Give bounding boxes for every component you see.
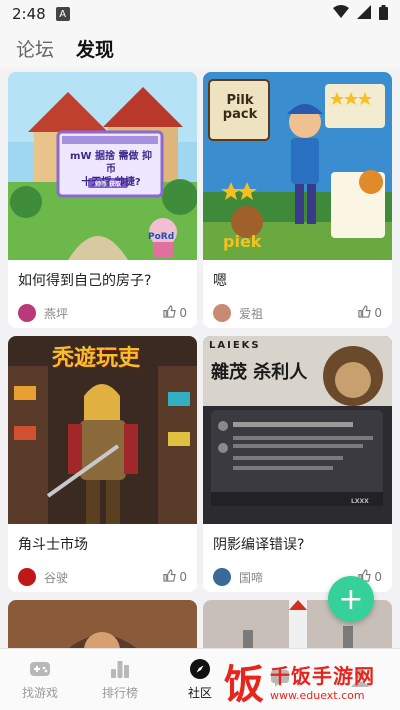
profile-icon [348, 667, 372, 689]
thumb-text-1: LAIEKS [209, 340, 261, 351]
post-thumbnail [8, 600, 197, 648]
post-title: 角斗士市场 [18, 537, 88, 553]
post-thumbnail: Pilk pack piek [203, 72, 392, 260]
thumb-text-2: 雜茂 杀利人 [211, 362, 308, 383]
post-thumbnail: 秃遊玩吏 [8, 336, 197, 524]
avatar[interactable] [213, 304, 231, 322]
nav-find-games[interactable]: 找游戏 [0, 649, 80, 710]
chat-icon [268, 667, 292, 689]
thumbs-up-icon [358, 305, 372, 321]
post-thumbnail: LAIEKS 雜茂 杀利人 LXXX [203, 336, 392, 524]
nav-messages[interactable] [240, 649, 320, 710]
like-count: 0 [374, 306, 382, 320]
signal-icon [357, 5, 371, 23]
author-name[interactable]: 爱祖 [239, 305, 358, 322]
discover-feed[interactable]: mW 据捨 需做 抑币 十天捋 帅捷? 帅币 获取 PoRd 如何得到自己的房子… [0, 68, 400, 648]
thumb-text-1: 秃遊玩吏 [52, 346, 141, 371]
thumb-text-3: 帅币 获取 [94, 181, 122, 188]
gamepad-icon [28, 658, 52, 680]
tab-forum[interactable]: 论坛 [16, 35, 54, 68]
author-name[interactable]: 燕坪 [44, 305, 163, 322]
ranking-icon [108, 658, 132, 680]
like-count: 0 [179, 306, 187, 320]
post-card[interactable]: 秃遊玩吏 角斗士市场 谷驶 0 [8, 336, 197, 592]
notification-badge: A [55, 7, 70, 21]
thumb-text-2: piek [223, 232, 262, 251]
battery-icon [379, 4, 388, 24]
post-card[interactable]: mW 据捨 需做 抑币 十天捋 帅捷? 帅币 获取 PoRd 如何得到自己的房子… [8, 72, 197, 328]
thumb-text-3: LXXX [351, 498, 369, 505]
nav-label: 排行榜 [101, 686, 138, 700]
nav-label: 找游戏 [21, 686, 58, 700]
like-button[interactable]: 0 [163, 305, 187, 321]
top-tabs: 论坛 发现 [0, 28, 400, 68]
post-thumbnail: mW 据捨 需做 抑币 十天捋 帅捷? 帅币 获取 PoRd [8, 72, 197, 260]
avatar[interactable] [213, 568, 231, 586]
post-title: 如何得到自己的房子? [18, 273, 152, 289]
post-card[interactable]: Pilk pack piek 嗯 爱祖 0 [203, 72, 392, 328]
like-count: 0 [179, 570, 187, 584]
avatar[interactable] [18, 568, 36, 586]
create-post-button[interactable]: + [328, 576, 374, 622]
like-button[interactable]: 0 [163, 569, 187, 585]
post-title: 阴影编译错误? [213, 537, 305, 553]
thumbs-up-icon [163, 305, 177, 321]
nav-ranking[interactable]: 排行榜 [80, 649, 160, 710]
nav-profile[interactable] [320, 649, 400, 710]
thumb-text-1: Pilk pack [222, 93, 258, 122]
status-time: 2:48 [12, 5, 46, 23]
thumbs-up-icon [163, 569, 177, 585]
compass-icon [188, 658, 212, 680]
bottom-nav: 找游戏 排行榜 社区 [0, 648, 400, 710]
like-count: 0 [374, 570, 382, 584]
like-button[interactable]: 0 [358, 305, 382, 321]
author-name[interactable]: 谷驶 [44, 569, 163, 586]
avatar[interactable] [18, 304, 36, 322]
wifi-icon [333, 5, 349, 23]
nav-label: 社区 [187, 686, 212, 700]
nav-community[interactable]: 社区 [160, 649, 240, 710]
post-title: 嗯 [213, 273, 227, 289]
thumb-text-1: mW 据捨 需做 抑币 [70, 151, 152, 175]
tab-discover[interactable]: 发现 [76, 35, 115, 68]
thumb-text-4: PoRd [148, 232, 175, 242]
post-card[interactable] [8, 600, 197, 648]
post-card[interactable]: LAIEKS 雜茂 杀利人 LXXX 阴影编译错误? 国啼 0 [203, 336, 392, 592]
status-bar: 2:48 A [0, 0, 400, 28]
